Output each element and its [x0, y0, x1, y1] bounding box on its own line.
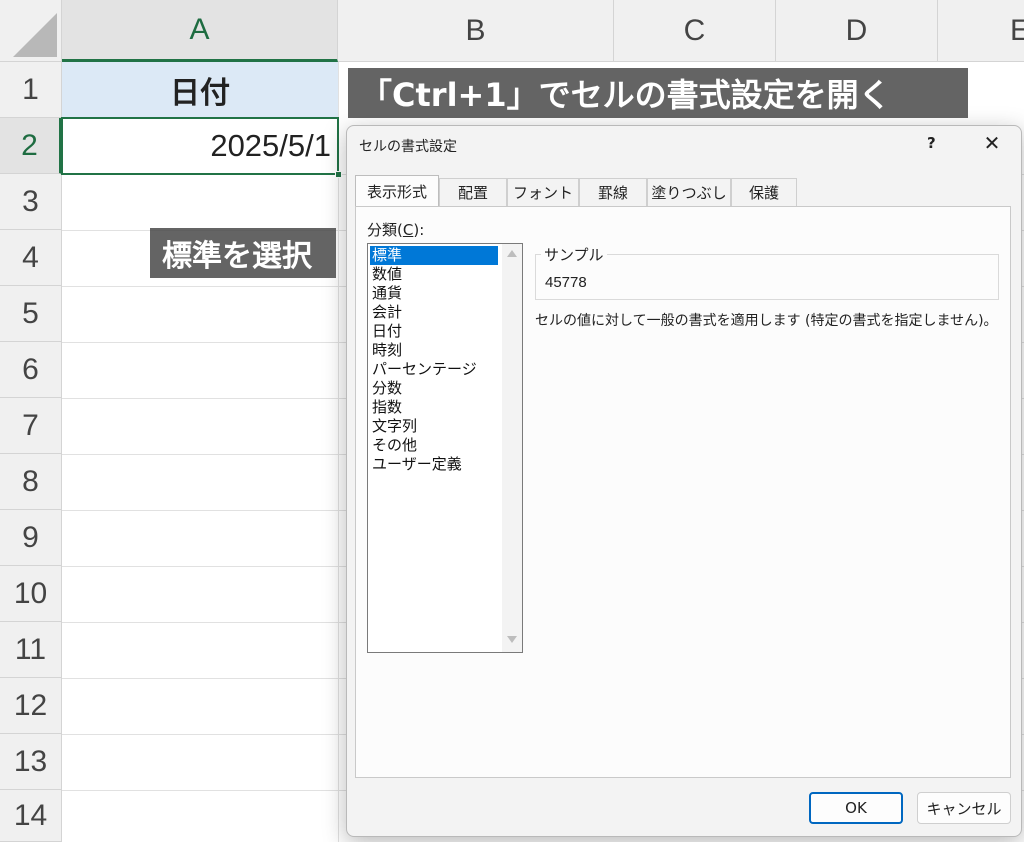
close-icon[interactable]: ✕: [975, 128, 1009, 158]
column-header-a[interactable]: A: [62, 0, 338, 62]
cell-a1[interactable]: 日付: [62, 62, 338, 118]
row-header-5[interactable]: 5: [0, 286, 62, 342]
scroll-down-icon[interactable]: [507, 636, 517, 643]
tab-font[interactable]: フォント: [507, 178, 579, 206]
category-item-scientific[interactable]: 指数: [370, 398, 498, 417]
tab-alignment[interactable]: 配置: [439, 178, 507, 206]
sample-label: サンプル: [541, 244, 607, 265]
instruction-banner-top: 「Ctrl+1」でセルの書式設定を開く: [348, 68, 968, 118]
tab-fill[interactable]: 塗りつぶし: [647, 178, 731, 206]
category-item-percentage[interactable]: パーセンテージ: [370, 360, 498, 379]
row-header-8[interactable]: 8: [0, 454, 62, 510]
format-cells-dialog: セルの書式設定 ? ✕ 表示形式 配置 フォント 罫線 塗りつぶし 保護 分類(…: [346, 125, 1022, 837]
row-header-11[interactable]: 11: [0, 622, 62, 678]
category-item-number[interactable]: 数値: [370, 265, 498, 284]
select-all-corner[interactable]: [0, 0, 62, 62]
column-header-b[interactable]: B: [338, 0, 614, 62]
scroll-up-icon[interactable]: [507, 250, 517, 257]
category-label: 分類(C):: [367, 221, 425, 239]
fill-handle[interactable]: [335, 171, 342, 178]
row-header-1[interactable]: 1: [0, 62, 62, 118]
corner-triangle-icon: [13, 13, 57, 57]
category-description: セルの値に対して一般の書式を適用します (特定の書式を指定しません)。: [535, 313, 998, 329]
category-item-custom[interactable]: ユーザー定義: [370, 455, 498, 474]
instruction-banner-left: 標準を選択: [150, 228, 336, 278]
row-header-9[interactable]: 9: [0, 510, 62, 566]
category-item-time[interactable]: 時刻: [370, 341, 498, 360]
category-item-text[interactable]: 文字列: [370, 417, 498, 436]
tab-number[interactable]: 表示形式: [355, 175, 439, 207]
sample-value: 45778: [545, 274, 587, 291]
row-header-3[interactable]: 3: [0, 174, 62, 230]
category-item-fraction[interactable]: 分数: [370, 379, 498, 398]
row-header-7[interactable]: 7: [0, 398, 62, 454]
gridline: [338, 62, 339, 842]
column-header-d[interactable]: D: [776, 0, 938, 62]
row-header-6[interactable]: 6: [0, 342, 62, 398]
tab-border[interactable]: 罫線: [579, 178, 647, 206]
row-header-14[interactable]: 14: [0, 790, 62, 842]
category-item-general[interactable]: 標準: [370, 246, 498, 265]
tab-protection[interactable]: 保護: [731, 178, 797, 206]
category-scrollbar[interactable]: [502, 244, 522, 652]
row-header-12[interactable]: 12: [0, 678, 62, 734]
cell-a2[interactable]: 2025/5/1: [61, 117, 339, 175]
column-header-e[interactable]: E: [938, 0, 1024, 62]
row-header-2[interactable]: 2: [0, 118, 62, 174]
row-header-13[interactable]: 13: [0, 734, 62, 790]
cancel-button[interactable]: キャンセル: [917, 792, 1011, 824]
category-item-date[interactable]: 日付: [370, 322, 498, 341]
category-item-currency[interactable]: 通貨: [370, 284, 498, 303]
row-header-10[interactable]: 10: [0, 566, 62, 622]
help-icon[interactable]: ?: [927, 134, 936, 152]
category-item-accounting[interactable]: 会計: [370, 303, 498, 322]
column-header-c[interactable]: C: [614, 0, 776, 62]
row-header-4[interactable]: 4: [0, 230, 62, 286]
ok-button[interactable]: OK: [809, 792, 903, 824]
category-listbox[interactable]: 標準 数値 通貨 会計 日付 時刻 パーセンテージ 分数 指数 文字列 その他 …: [367, 243, 523, 653]
dialog-title: セルの書式設定: [359, 139, 457, 155]
category-item-special[interactable]: その他: [370, 436, 498, 455]
